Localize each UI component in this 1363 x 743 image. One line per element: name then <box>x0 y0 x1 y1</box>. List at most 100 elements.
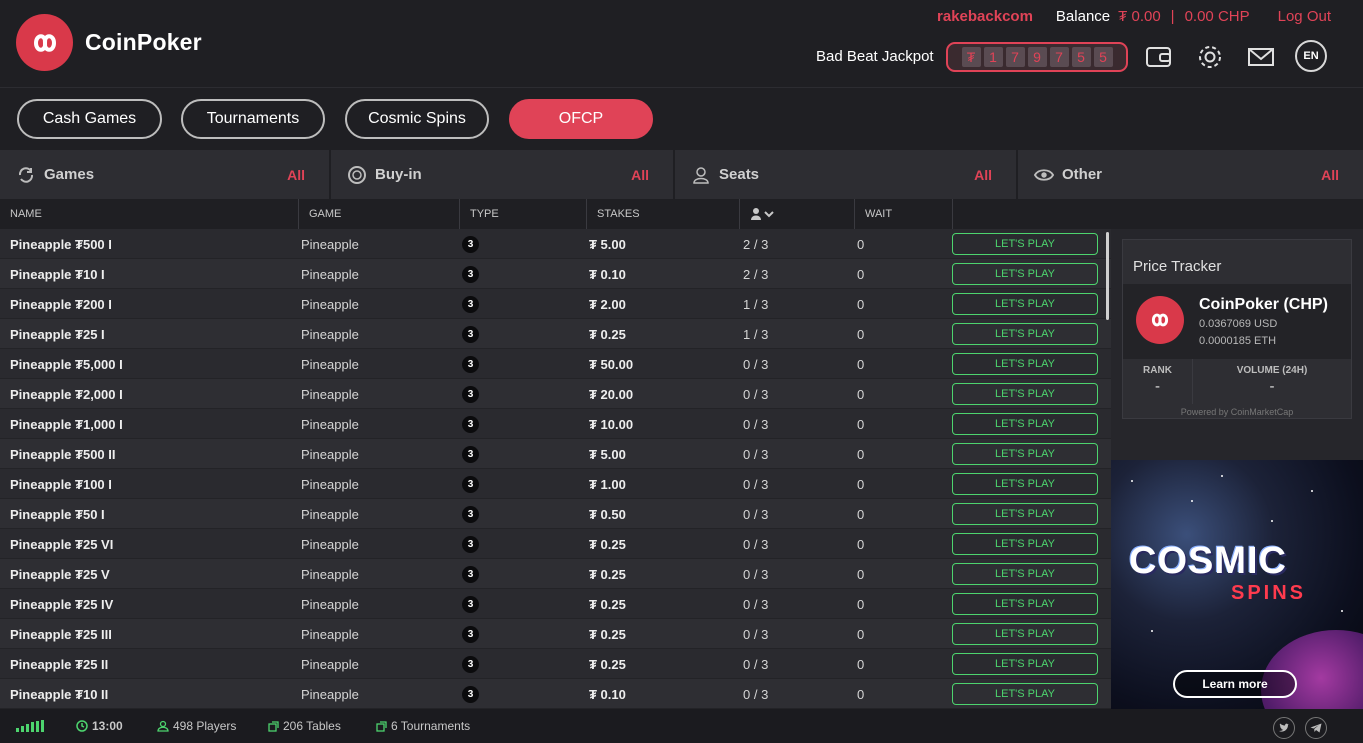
column-wait[interactable]: WAIT <box>855 199 953 229</box>
lets-play-button[interactable]: LET'S PLAY <box>952 653 1098 675</box>
table-row[interactable]: Pineapple ₮10 II Pineapple 3 ₮ 0.10 0 / 3 0 LE… <box>0 679 1111 709</box>
coin-name[interactable]: CoinPoker (CHP) <box>1199 296 1328 314</box>
table-name: Pineapple ₮50 I <box>10 506 105 522</box>
learn-more-button[interactable]: Learn more <box>1173 670 1297 698</box>
column-stakes[interactable]: STAKES <box>587 199 740 229</box>
game-name: Pineapple <box>301 476 359 492</box>
lets-play-button[interactable]: LET'S PLAY <box>952 503 1098 525</box>
table-row[interactable]: Pineapple ₮2,000 I Pineapple 3 ₮ 20.00 0 / 3… <box>0 379 1111 409</box>
tables-text: 206 Tables <box>283 719 341 733</box>
table-row[interactable]: Pineapple ₮25 II Pineapple 3 ₮ 0.25 0 / 3 0 LE… <box>0 649 1111 679</box>
eye-icon <box>1034 165 1054 185</box>
jackpot-digit: 7 <box>1049 47 1069 67</box>
game-name: Pineapple <box>301 626 359 642</box>
seats: 0 / 3 <box>743 446 769 462</box>
table-row[interactable]: Pineapple ₮10 I Pineapple 3 ₮ 0.10 2 / 3 0 LET… <box>0 259 1111 289</box>
game-name: Pineapple <box>301 566 359 582</box>
filter-value[interactable]: All <box>974 167 992 183</box>
table-row[interactable]: Pineapple ₮200 I Pineapple 3 ₮ 2.00 1 / 3 0 LE… <box>0 289 1111 319</box>
table-row[interactable]: Pineapple ₮25 IV Pineapple 3 ₮ 0.25 0 / 3 0 LE… <box>0 589 1111 619</box>
lets-play-button[interactable]: LET'S PLAY <box>952 263 1098 285</box>
lets-play-button[interactable]: LET'S PLAY <box>952 533 1098 555</box>
column-seats[interactable] <box>740 199 855 229</box>
powered-by[interactable]: Powered by CoinMarketCap <box>1123 407 1351 417</box>
table-scrollbar[interactable] <box>1106 232 1109 320</box>
table-name: Pineapple ₮1,000 I <box>10 416 123 432</box>
filter-value[interactable]: All <box>631 167 649 183</box>
tab-cash-games[interactable]: Cash Games <box>17 99 162 139</box>
tables-list: Pineapple ₮500 I Pineapple 3 ₮ 5.00 2 / 3 0 LE… <box>0 229 1111 709</box>
logo[interactable]: CoinPoker <box>16 14 202 71</box>
filter-other[interactable]: Other All <box>1018 150 1363 199</box>
stakes: ₮ 5.00 <box>589 446 626 462</box>
lets-play-button[interactable]: LET'S PLAY <box>952 383 1098 405</box>
clock-icon <box>76 720 88 732</box>
lets-play-button[interactable]: LET'S PLAY <box>952 293 1098 315</box>
column-name[interactable]: NAME <box>0 199 299 229</box>
table-row[interactable]: Pineapple ₮25 V Pineapple 3 ₮ 0.25 0 / 3 0 LET… <box>0 559 1111 589</box>
language-selector[interactable]: EN <box>1295 40 1327 72</box>
game-name: Pineapple <box>301 686 359 702</box>
lets-play-button[interactable]: LET'S PLAY <box>952 353 1098 375</box>
seats: 0 / 3 <box>743 596 769 612</box>
filter-games[interactable]: Games All <box>0 150 331 199</box>
banner-title: COSMIC <box>1129 540 1287 582</box>
table-row[interactable]: Pineapple ₮50 I Pineapple 3 ₮ 0.50 0 / 3 0 LET… <box>0 499 1111 529</box>
seats: 0 / 3 <box>743 356 769 372</box>
table-row[interactable]: Pineapple ₮5,000 I Pineapple 3 ₮ 50.00 0 / 3… <box>0 349 1111 379</box>
logout-link[interactable]: Log Out <box>1278 8 1331 25</box>
lets-play-button[interactable]: LET'S PLAY <box>952 413 1098 435</box>
table-name: Pineapple ₮5,000 I <box>10 356 123 372</box>
clock-time: 13:00 <box>92 719 123 733</box>
table-row[interactable]: Pineapple ₮25 I Pineapple 3 ₮ 0.25 1 / 3 0 LET… <box>0 319 1111 349</box>
tournaments-count: 6 Tournaments <box>376 709 470 743</box>
waitlist: 0 <box>857 266 865 282</box>
table-row[interactable]: Pineapple ₮25 III Pineapple 3 ₮ 0.25 0 / 3 0 L… <box>0 619 1111 649</box>
telegram-icon[interactable] <box>1305 717 1327 739</box>
coin-info: CoinPoker (CHP) 0.0367069 USD 0.0000185 … <box>1123 284 1351 359</box>
waitlist: 0 <box>857 536 865 552</box>
lets-play-button[interactable]: LET'S PLAY <box>952 623 1098 645</box>
type-cell: 3 <box>462 559 479 589</box>
lets-play-button[interactable]: LET'S PLAY <box>952 683 1098 705</box>
balance-fiat: ₮ 0.00 <box>1118 8 1161 25</box>
lets-play-button[interactable]: LET'S PLAY <box>952 473 1098 495</box>
type-cell: 3 <box>462 679 479 709</box>
column-type[interactable]: TYPE <box>460 199 587 229</box>
tab-ofcp[interactable]: OFCP <box>509 99 653 139</box>
players-text: 498 Players <box>173 719 237 733</box>
game-name: Pineapple <box>301 356 359 372</box>
table-row[interactable]: Pineapple ₮500 I Pineapple 3 ₮ 5.00 2 / 3 0 LE… <box>0 229 1111 259</box>
filter-value[interactable]: All <box>287 167 305 183</box>
settings-gear-icon[interactable] <box>1195 42 1225 72</box>
filter-label: Other <box>1062 166 1103 183</box>
table-row[interactable]: Pineapple ₮1,000 I Pineapple 3 ₮ 10.00 0 / 3… <box>0 409 1111 439</box>
column-game[interactable]: GAME <box>299 199 460 229</box>
star <box>1191 500 1193 502</box>
game-type-tabs: Cash Games Tournaments Cosmic Spins OFCP <box>0 89 1363 149</box>
filter-seats[interactable]: Seats All <box>675 150 1018 199</box>
lets-play-button[interactable]: LET'S PLAY <box>952 233 1098 255</box>
username[interactable]: rakebackcom <box>937 8 1033 25</box>
stakes: ₮ 20.00 <box>589 386 634 402</box>
twitter-icon[interactable] <box>1273 717 1295 739</box>
filter-label: Seats <box>719 166 760 183</box>
table-row[interactable]: Pineapple ₮100 I Pineapple 3 ₮ 1.00 0 / 3 0 LE… <box>0 469 1111 499</box>
cosmic-spins-banner[interactable]: COSMIC SPINS Learn more <box>1111 460 1363 709</box>
wallet-icon[interactable] <box>1144 42 1174 72</box>
lets-play-button[interactable]: LET'S PLAY <box>952 443 1098 465</box>
type-cell: 3 <box>462 649 479 679</box>
waitlist: 0 <box>857 626 865 642</box>
filter-value[interactable]: All <box>1321 167 1339 183</box>
table-row[interactable]: Pineapple ₮500 II Pineapple 3 ₮ 5.00 0 / 3 0 L… <box>0 439 1111 469</box>
tab-cosmic-spins[interactable]: Cosmic Spins <box>345 99 489 139</box>
mail-icon[interactable] <box>1246 42 1276 72</box>
tab-tournaments[interactable]: Tournaments <box>181 99 325 139</box>
star <box>1311 490 1313 492</box>
lets-play-button[interactable]: LET'S PLAY <box>952 563 1098 585</box>
lets-play-button[interactable]: LET'S PLAY <box>952 323 1098 345</box>
filter-label: Games <box>44 166 95 183</box>
lets-play-button[interactable]: LET'S PLAY <box>952 593 1098 615</box>
table-row[interactable]: Pineapple ₮25 VI Pineapple 3 ₮ 0.25 0 / 3 0 LE… <box>0 529 1111 559</box>
filter-buy-in[interactable]: Buy-in All <box>331 150 675 199</box>
